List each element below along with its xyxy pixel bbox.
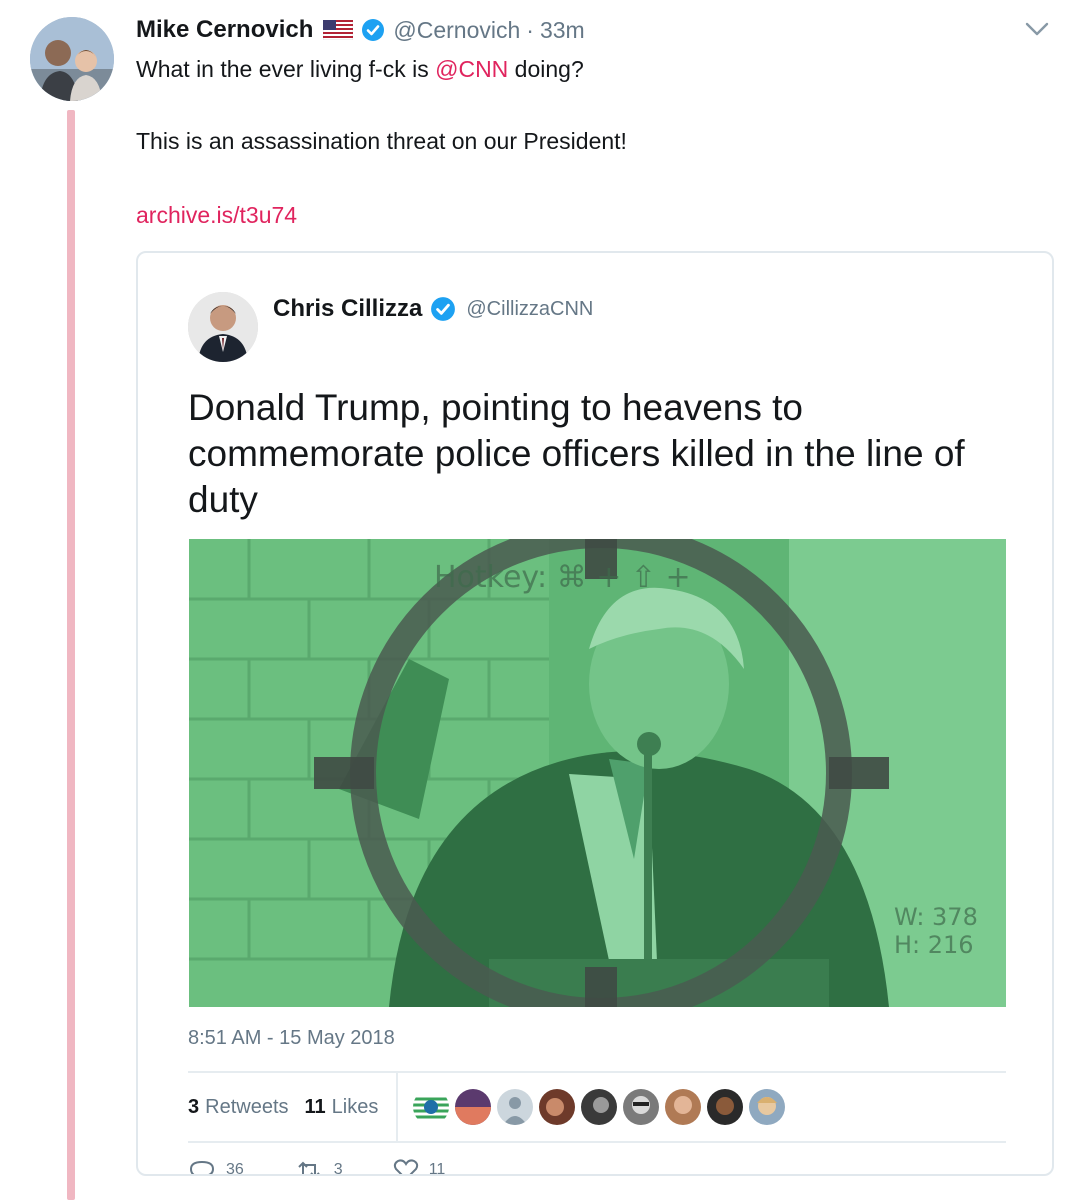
image-overlay-hotkey: Hotkey: ⌘ + ⇧ + [434,560,691,595]
thread-line [67,110,75,1200]
tweet-text-line2: This is an assassination threat on our P… [136,128,627,154]
stats-separator [396,1073,398,1141]
tweet-text-suffix: doing? [508,56,584,82]
liker-avatar[interactable] [749,1089,785,1125]
quoted-author-avatar[interactable] [188,292,258,362]
crosshair-photo: Hotkey: ⌘ + ⇧ + W: 378 H: 216 [189,539,1006,1007]
chevron-down-icon[interactable] [1024,18,1050,40]
retweet-icon [298,1161,320,1174]
reply-button[interactable]: 36 [188,1159,244,1176]
action-bar: 36 3 11 [188,1159,495,1176]
liker-avatar[interactable] [707,1089,743,1125]
retweets-stat[interactable]: 3 Retweets [188,1096,289,1119]
quoted-tweet-card[interactable]: Chris Cillizza @CillizzaCNN Donald Trump… [136,251,1054,1176]
author-name[interactable]: Mike Cernovich [136,16,313,44]
archive-link[interactable]: archive.is/t3u74 [136,199,297,231]
like-count: 11 [428,1161,446,1176]
likes-count: 11 [304,1095,326,1118]
liker-avatar[interactable] [455,1089,491,1125]
reply-icon [189,1160,215,1174]
quoted-tweet-image[interactable]: Hotkey: ⌘ + ⇧ + W: 378 H: 216 [189,539,1006,1007]
quoted-header: Chris Cillizza @CillizzaCNN [273,295,593,323]
tweet-text-prefix: What in the ever living f-ck is [136,56,436,82]
us-flag-icon [323,19,354,41]
tweet-header: Mike Cernovich @Cernovich · 33m [136,14,585,46]
liker-avatar[interactable] [539,1089,575,1125]
verified-badge-icon [361,18,385,42]
quoted-author-name[interactable]: Chris Cillizza [273,295,422,323]
tweet-text-line1: What in the ever living f-ck is @CNN doi… [136,53,1036,85]
image-overlay-width: W: 378 [894,903,978,931]
quoted-timestamp[interactable]: 8:51 AM - 15 May 2018 [188,1027,395,1050]
liker-avatar[interactable] [497,1089,533,1125]
retweets-count: 3 [188,1095,200,1118]
likes-stat[interactable]: 11 Likes [305,1096,379,1119]
liker-avatar[interactable] [665,1089,701,1125]
engagement-stats: 3 Retweets 11 Likes [188,1087,378,1127]
stats-divider-bottom [188,1141,1006,1143]
reply-count: 36 [226,1161,244,1176]
liker-avatar[interactable] [623,1089,659,1125]
liker-avatar[interactable] [413,1089,449,1125]
author-handle[interactable]: @Cernovich [393,17,520,44]
like-button[interactable]: 11 [393,1159,446,1176]
liker-avatar[interactable] [581,1089,617,1125]
quoted-avatar-photo [188,292,258,362]
mention-link[interactable]: @CNN [435,56,508,82]
likers-avatars [413,1089,785,1125]
image-overlay-height: H: 216 [894,931,974,959]
quoted-author-handle[interactable]: @CillizzaCNN [466,298,593,321]
stats-divider-top [188,1071,1006,1073]
likes-label: Likes [331,1095,379,1118]
retweet-button[interactable]: 3 [294,1159,343,1176]
quoted-tweet-text: Donald Trump, pointing to heavens to com… [188,387,965,520]
tweet-text: What in the ever living f-ck is @CNN doi… [136,53,1036,228]
separator-dot: · [526,16,534,43]
verified-badge-icon [430,296,456,322]
author-avatar-photo [30,17,114,101]
author-avatar[interactable] [30,17,114,101]
tweet-time[interactable]: 33m [540,17,585,44]
retweet-count: 3 [333,1161,343,1176]
retweets-label: Retweets [205,1095,289,1118]
heart-icon [393,1159,418,1174]
